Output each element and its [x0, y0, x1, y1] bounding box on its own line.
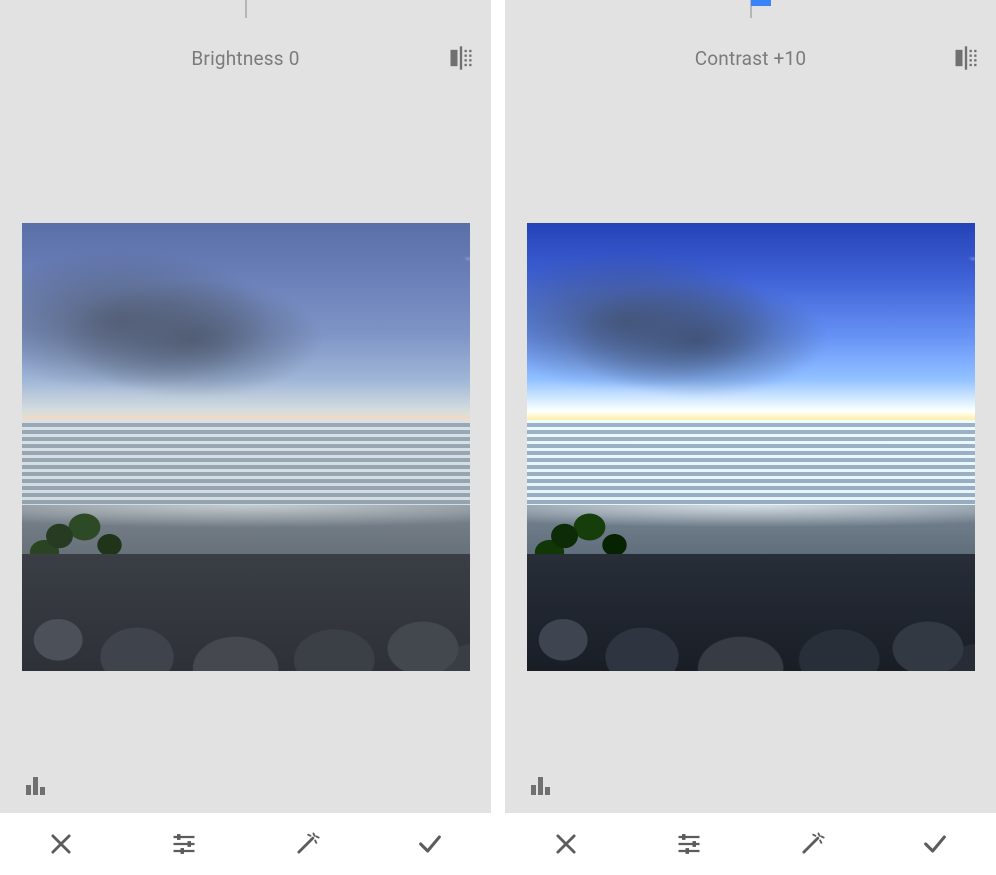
auto-button[interactable] [290, 827, 324, 861]
adjustment-header: Brightness 0 [0, 36, 491, 80]
bottom-toolbar [0, 813, 491, 875]
edited-photo [22, 223, 470, 671]
editor-panel-brightness: Brightness 0 [0, 0, 491, 875]
bottom-toolbar [505, 813, 996, 875]
apply-button[interactable] [413, 827, 447, 861]
histogram-icon[interactable] [525, 773, 557, 797]
apply-button[interactable] [918, 827, 952, 861]
adjustment-label: Contrast +10 [695, 47, 807, 70]
value-slider[interactable] [0, 0, 491, 10]
adjust-button[interactable] [672, 827, 706, 861]
adjust-button[interactable] [167, 827, 201, 861]
editor-top-area: Brightness 0 [0, 0, 491, 813]
histogram-icon[interactable] [20, 773, 52, 797]
value-slider[interactable] [505, 0, 996, 10]
editor-panel-contrast: Contrast +10 [505, 0, 996, 875]
auto-button[interactable] [795, 827, 829, 861]
edited-photo [527, 223, 975, 671]
image-canvas[interactable] [0, 80, 491, 813]
compare-icon[interactable] [447, 44, 475, 72]
image-canvas[interactable] [505, 80, 996, 813]
editor-top-area: Contrast +10 [505, 0, 996, 813]
compare-icon[interactable] [952, 44, 980, 72]
slider-value-marker [751, 0, 771, 6]
cancel-button[interactable] [549, 827, 583, 861]
adjustment-header: Contrast +10 [505, 36, 996, 80]
adjustment-label: Brightness 0 [191, 47, 299, 70]
slider-center-tick [245, 0, 246, 18]
cancel-button[interactable] [44, 827, 78, 861]
